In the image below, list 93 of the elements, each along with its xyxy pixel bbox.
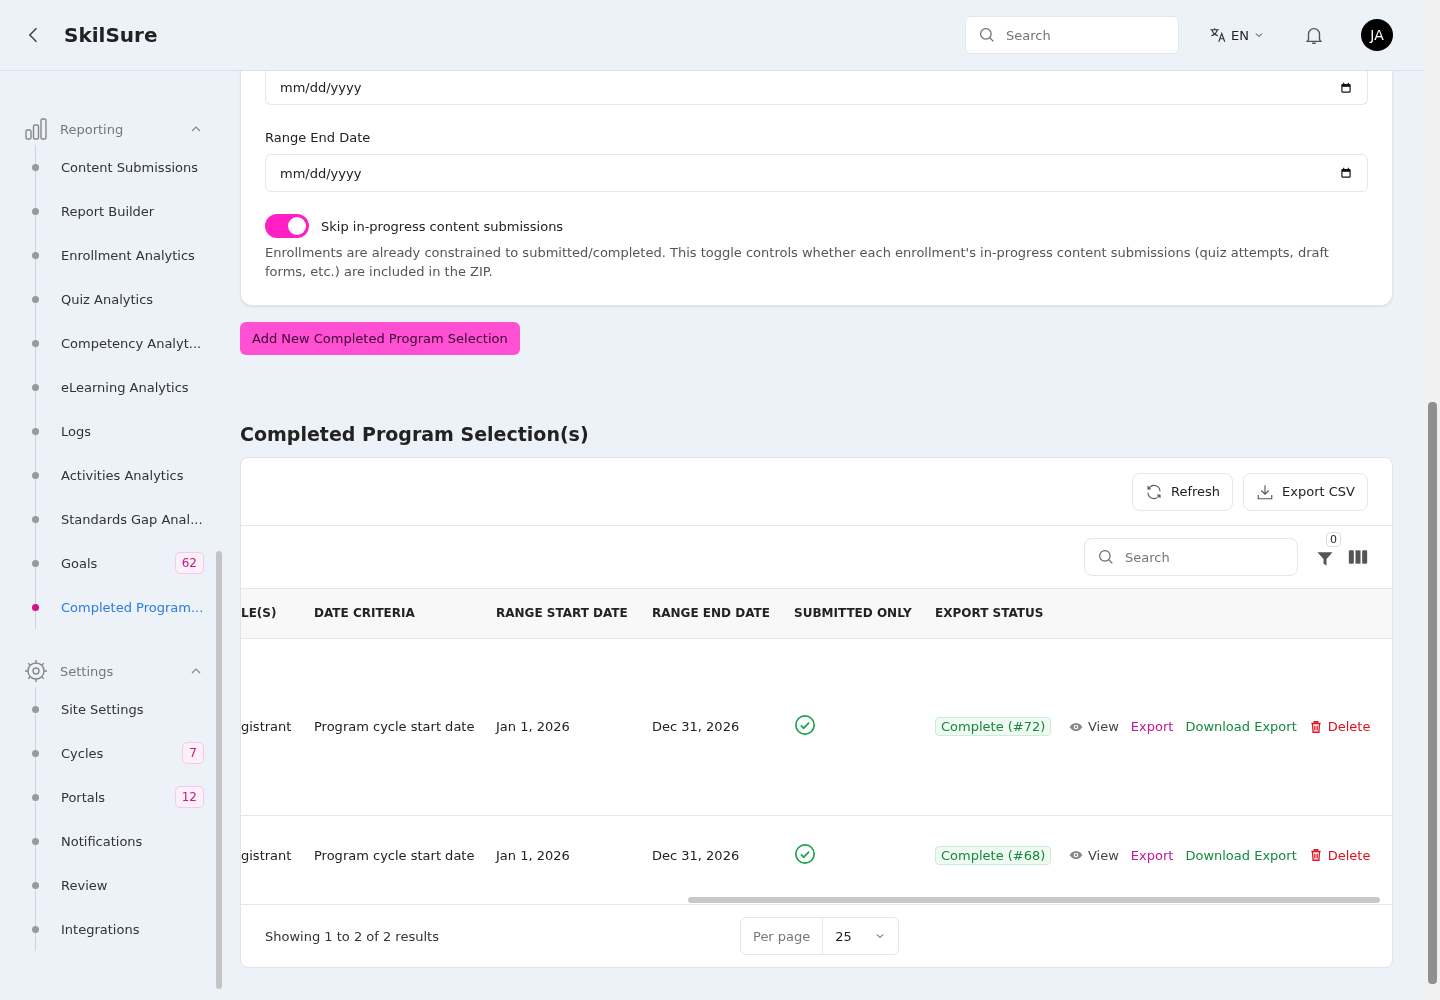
column-header[interactable]: LE(S) xyxy=(241,606,277,621)
horizontal-scrollbar[interactable] xyxy=(688,897,1380,903)
bullet-dot xyxy=(32,881,39,889)
count-badge: 7 xyxy=(182,742,204,764)
delete-button[interactable]: Delete xyxy=(1308,719,1371,734)
calendar-icon xyxy=(1339,166,1353,180)
sidebar-item[interactable]: Competency Analyt... xyxy=(61,335,204,351)
filter-icon[interactable] xyxy=(1316,550,1334,568)
date-field[interactable]: mm/dd/yyyy xyxy=(265,71,1368,105)
export-link[interactable]: Export xyxy=(1130,719,1174,734)
table-cell: Jan 1, 2026 xyxy=(496,847,570,863)
language-selector[interactable]: EN xyxy=(1209,26,1265,44)
table-cell: gistrant xyxy=(241,847,292,863)
per-page-label: Per page xyxy=(741,918,824,954)
bullet-dot xyxy=(32,515,39,523)
bullet-dot xyxy=(32,163,39,171)
trash-icon xyxy=(1308,719,1323,734)
sidebar-item[interactable]: eLearning Analytics xyxy=(61,379,204,395)
user-avatar[interactable]: JA xyxy=(1361,19,1393,51)
sidebar-item[interactable]: Activities Analytics xyxy=(61,467,204,483)
gear-icon xyxy=(24,659,48,683)
app-logo: SkilSure xyxy=(64,23,159,47)
refresh-icon xyxy=(1145,482,1163,501)
table-cell: Dec 31, 2026 xyxy=(652,847,740,863)
bullet-dot xyxy=(32,383,39,391)
filter-count: 0 xyxy=(1326,532,1341,547)
bullet-dot xyxy=(32,427,39,435)
toggle-switch[interactable] xyxy=(265,214,309,238)
search-icon xyxy=(1097,548,1115,566)
table-cell: Program cycle start date xyxy=(314,847,475,863)
sidebar-item[interactable]: Integrations xyxy=(61,921,204,937)
per-page-select[interactable]: 25 xyxy=(823,918,898,954)
bullet-dot xyxy=(32,793,39,801)
sidebar-item[interactable]: Review xyxy=(61,877,204,893)
bullet-dot xyxy=(32,207,39,215)
download-export-link[interactable]: Download Export xyxy=(1185,847,1297,863)
delete-button[interactable]: Delete xyxy=(1308,847,1371,863)
bar-chart-icon xyxy=(24,117,48,141)
help-text: Enrollments are already constrained to submitted/completed. This toggle controls whether each enrollment's in-progress content submissions (quiz attempts, draft forms, etc.) are included in the ZIP. xyxy=(265,244,1330,281)
calendar-icon xyxy=(1339,80,1353,95)
bullet-dot xyxy=(32,559,39,567)
bullet-dot xyxy=(32,471,39,479)
table-cell: Jan 1, 2026 xyxy=(496,719,570,734)
bullet-dot xyxy=(32,295,39,303)
table-cell: Program cycle start date xyxy=(314,719,475,734)
toggle-label: Skip in-progress content submissions xyxy=(321,218,564,234)
bullet-dot xyxy=(32,925,39,933)
table-cell: gistrant xyxy=(241,719,292,734)
trash-icon xyxy=(1308,848,1323,863)
count-badge: 62 xyxy=(174,552,204,574)
page-scrollbar[interactable] xyxy=(1425,0,1440,1000)
bullet-dot xyxy=(32,749,39,757)
status-tag: Complete (#68) xyxy=(935,845,1052,865)
bullet-dot xyxy=(32,251,39,259)
sidebar-item[interactable]: Goals xyxy=(61,555,175,571)
bullet-dot xyxy=(32,603,39,611)
sidebar-item[interactable]: Standards Gap Anal... xyxy=(61,511,204,527)
export-link[interactable]: Export xyxy=(1130,847,1174,863)
status-tag: Complete (#72) xyxy=(935,717,1052,736)
columns-icon[interactable] xyxy=(1348,547,1368,567)
sidebar-item[interactable]: Cycles xyxy=(61,745,183,761)
search-field[interactable]: Search xyxy=(1084,538,1298,576)
view-link[interactable]: View xyxy=(1069,847,1119,863)
section-header[interactable]: Settings xyxy=(60,663,188,679)
sidebar-item[interactable]: Completed Program... xyxy=(61,599,204,615)
sidebar-item[interactable]: Report Builder xyxy=(61,203,204,219)
search-field[interactable]: Search xyxy=(965,16,1180,54)
sidebar-scrollbar[interactable] xyxy=(216,551,222,989)
bullet-dot xyxy=(32,339,39,347)
bullet-dot xyxy=(32,837,39,845)
count-badge: 12 xyxy=(174,786,204,808)
sidebar-item[interactable]: Enrollment Analytics xyxy=(61,247,204,263)
add-selection-button[interactable]: Add New Completed Program Selection xyxy=(240,322,520,355)
field-label: Range End Date xyxy=(265,130,372,145)
translate-icon xyxy=(1209,26,1228,44)
view-link[interactable]: View xyxy=(1069,719,1119,734)
bullet-dot xyxy=(32,705,39,713)
download-icon xyxy=(1256,482,1275,501)
sidebar-item[interactable]: Portals xyxy=(61,789,175,805)
table-cell: Dec 31, 2026 xyxy=(652,719,740,734)
sidebar-item[interactable]: Notifications xyxy=(61,833,204,849)
refresh-button[interactable]: Refresh xyxy=(1132,472,1234,511)
section-title: Completed Program Selection(s) xyxy=(240,423,590,445)
section-header[interactable]: Reporting xyxy=(60,121,188,137)
sidebar-item[interactable]: Content Submissions xyxy=(61,159,204,175)
column-header[interactable]: DATE CRITERIA xyxy=(314,606,415,621)
date-field[interactable]: mm/dd/yyyy xyxy=(265,154,1368,192)
sidebar-item[interactable]: Logs xyxy=(61,423,204,439)
sidebar-item[interactable]: Site Settings xyxy=(61,701,204,717)
download-export-link[interactable]: Download Export xyxy=(1185,719,1297,734)
results-summary: Showing 1 to 2 of 2 results xyxy=(265,928,440,944)
export-button[interactable]: Export CSV xyxy=(1243,472,1368,511)
sidebar-item[interactable]: Quiz Analytics xyxy=(61,291,204,307)
